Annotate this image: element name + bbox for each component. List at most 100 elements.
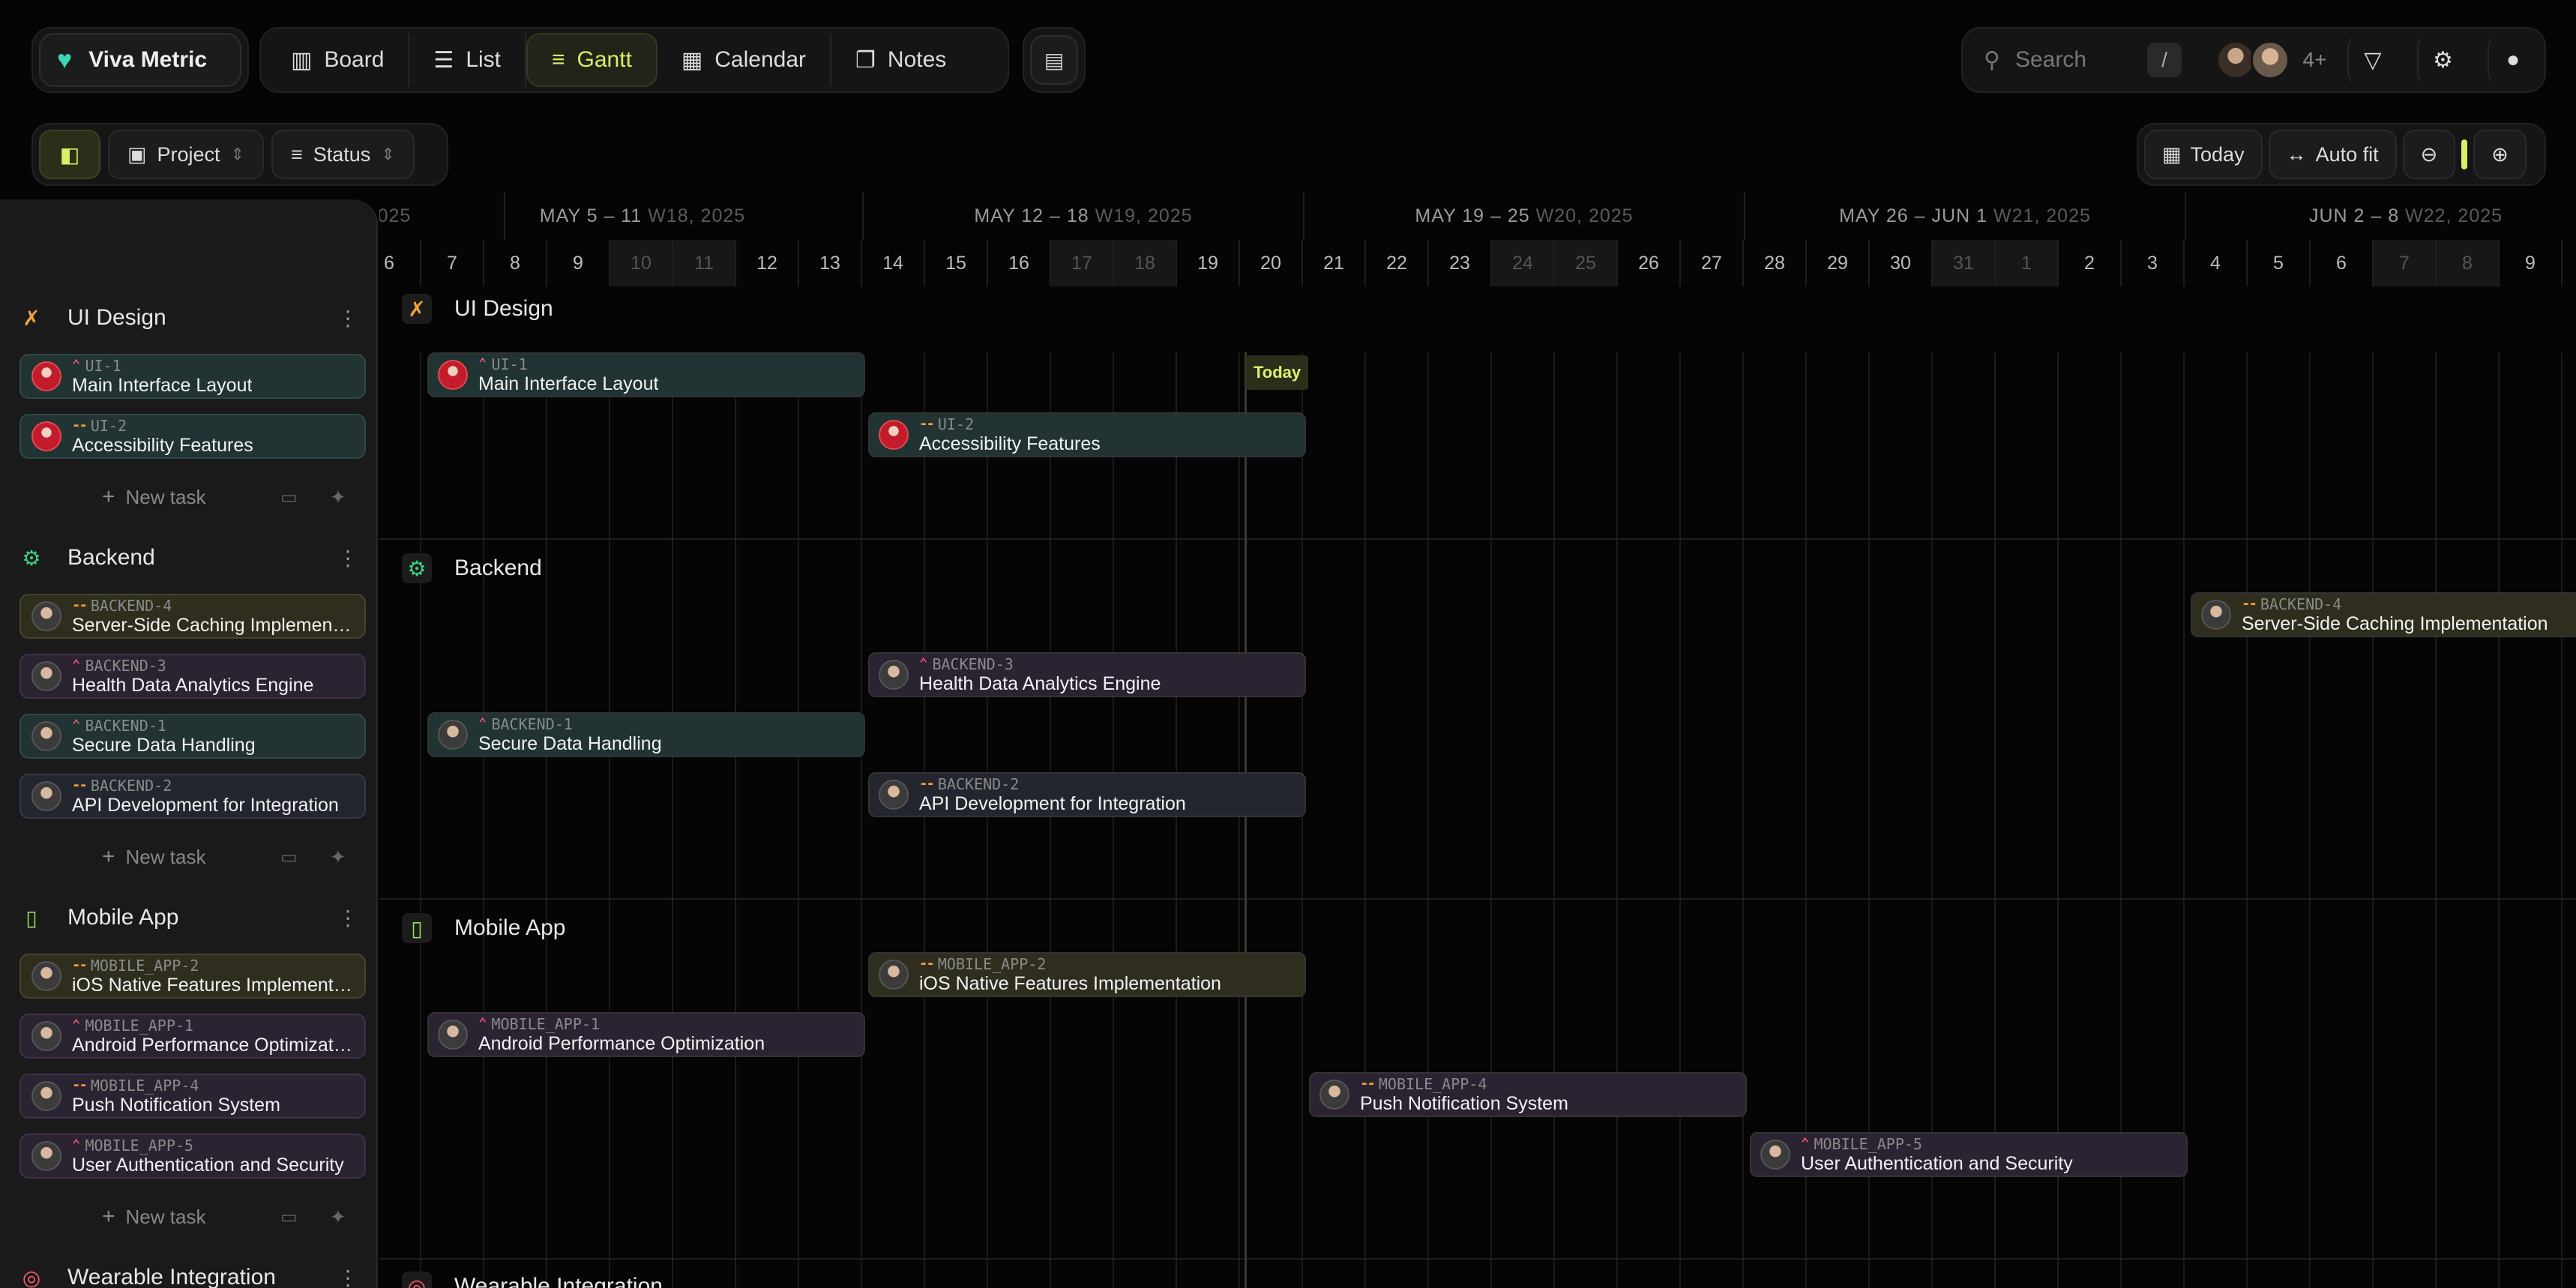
- task-card[interactable]: -- MOBILE_APP-2 iOS Native Features Implem…: [19, 954, 366, 999]
- gantt-bar[interactable]: -- UI-2 Accessibility Features: [868, 412, 1306, 457]
- avatar: [31, 721, 61, 751]
- task-card[interactable]: ⌃ BACKEND-3 Health Data Analytics Engine: [19, 654, 366, 699]
- task-card[interactable]: ⌃ MOBILE_APP-5 User Authentication and Sec…: [19, 1134, 366, 1179]
- updown-icon: ⇕: [381, 145, 395, 163]
- day-gridline: [2435, 352, 2437, 1288]
- tab-gantt[interactable]: ≡ Gantt: [526, 33, 657, 87]
- group-header-ui-design[interactable]: ✗ UI Design ⋮: [21, 295, 358, 340]
- sparkle-icon[interactable]: ✦: [330, 486, 346, 509]
- plus-icon: +: [102, 1204, 115, 1229]
- group-header-mobile-app[interactable]: ▯ Mobile App ⋮: [21, 895, 358, 940]
- more-options-icon[interactable]: ⋮: [337, 1266, 358, 1288]
- day-label: 15: [925, 240, 988, 286]
- tab-board[interactable]: ▥ Board: [267, 33, 410, 87]
- project-filter[interactable]: ▣ Project ⇕: [108, 130, 264, 179]
- day-label: 1: [1996, 240, 2059, 286]
- gantt-bar[interactable]: ⌃ MOBILE_APP-1 Android Performance Optimiz…: [427, 1012, 865, 1057]
- priority-high-icon: ⌃: [919, 655, 928, 672]
- autofit-button[interactable]: ↔ Auto fit: [2268, 130, 2397, 179]
- filter-button[interactable]: ▽: [2347, 35, 2397, 85]
- day-label: 5: [2248, 240, 2311, 286]
- ai-card-icon[interactable]: ▭: [280, 846, 298, 868]
- task-card[interactable]: -- BACKEND-4 Server-Side Caching Implement…: [19, 594, 366, 639]
- user-settings-icon: ⚙: [2433, 47, 2453, 73]
- day-label: 23: [1429, 240, 1492, 286]
- sidebar-toggle-button[interactable]: ◧: [39, 130, 100, 179]
- priority-high-icon: ⌃: [72, 717, 81, 733]
- zoom-in-button[interactable]: ⊕: [2473, 130, 2527, 179]
- gantt-bar[interactable]: ⌃ MOBILE_APP-5 User Authentication and Sec…: [1750, 1132, 2188, 1177]
- zoom-slider[interactable]: [2461, 139, 2468, 169]
- today-button[interactable]: ▦ Today: [2144, 130, 2263, 179]
- day-gridline: [1050, 352, 1051, 1288]
- status-sort[interactable]: ≡ Status ⇕: [271, 130, 415, 179]
- day-gridline: [1176, 352, 1177, 1288]
- gantt-bar[interactable]: ⌃ UI-1 Main Interface Layout: [427, 352, 865, 397]
- priority-high-icon: ⌃: [478, 355, 487, 372]
- day-gridline: [924, 352, 925, 1288]
- day-label: 19: [1177, 240, 1240, 286]
- gantt-bar[interactable]: ⌃ BACKEND-3 Health Data Analytics Engine: [868, 652, 1306, 697]
- more-options-icon[interactable]: ⋮: [337, 546, 358, 571]
- timeline-group-backend: ⚙ Backend: [402, 553, 542, 583]
- day-label: 6: [379, 240, 421, 286]
- gantt-bar[interactable]: -- BACKEND-2 API Development for Integrati…: [868, 772, 1306, 817]
- gantt-bar[interactable]: -- BACKEND-4 Server-Side Caching Implement…: [2191, 592, 2576, 637]
- gantt-icon: ≡: [552, 47, 565, 72]
- member-avatars[interactable]: 4+: [2215, 40, 2326, 79]
- view-switcher: ▥ Board ☰ List ≡ Gantt ▦ Calendar ❐ Notes: [259, 27, 1009, 93]
- day-gridline: [1239, 352, 1240, 1288]
- group-divider: [379, 898, 2576, 900]
- today-label: Today: [1246, 355, 1309, 390]
- new-task-button[interactable]: + New task ▭ ✦: [0, 1198, 378, 1236]
- task-card[interactable]: ⌃ MOBILE_APP-1 Android Performance Optimiz…: [19, 1014, 366, 1059]
- archive-button[interactable]: ▤: [1023, 27, 1086, 93]
- day-label: 8: [484, 240, 547, 286]
- task-card[interactable]: ⌃ BACKEND-1 Secure Data Handling: [19, 714, 366, 759]
- gantt-bar[interactable]: ⌃ BACKEND-1 Secure Data Handling: [427, 712, 865, 757]
- new-task-button[interactable]: + New task ▭ ✦: [0, 838, 378, 876]
- sort-icon: ≡: [291, 142, 303, 166]
- gantt-timeline[interactable]: APR 28 – MAY 4W17, 2025MAY 5 – 11W18, 20…: [379, 192, 2576, 1288]
- day-gridline: [861, 352, 862, 1288]
- tab-calendar[interactable]: ▦ Calendar: [657, 33, 832, 87]
- ai-card-icon[interactable]: ▭: [280, 1206, 298, 1228]
- sparkle-icon[interactable]: ✦: [330, 1206, 346, 1229]
- day-label: 20: [1240, 240, 1303, 286]
- task-card[interactable]: ⌃ UI-1 Main Interface Layout: [19, 354, 366, 399]
- day-label: 27: [1681, 240, 1744, 286]
- tab-list[interactable]: ☰ List: [409, 33, 527, 87]
- ai-card-icon[interactable]: ▭: [280, 487, 298, 508]
- day-header: 6 7 8 9 10 11 12 13 14 15 16 17 18 19 20 21 22 23 24 25 26 27…: [379, 240, 2576, 286]
- zoom-in-icon: ⊕: [2491, 142, 2509, 166]
- more-options-icon[interactable]: ⋮: [337, 906, 358, 930]
- task-card[interactable]: -- BACKEND-2 API Development for Integrati…: [19, 774, 366, 819]
- task-card[interactable]: -- MOBILE_APP-4 Push Notification System: [19, 1074, 366, 1119]
- priority-high-icon: ⌃: [72, 357, 81, 373]
- workspace-switcher[interactable]: ♥ Viva Metric: [31, 27, 249, 93]
- day-label: 11: [673, 240, 736, 286]
- priority-medium-icon: --: [72, 417, 88, 433]
- day-gridline: [546, 352, 547, 1288]
- day-gridline: [1301, 352, 1303, 1288]
- more-options-icon[interactable]: ⋮: [337, 306, 358, 331]
- timeline-group-ui-design: ✗ UI Design: [402, 294, 553, 324]
- avatar: [879, 660, 909, 690]
- group-header-wearable-integration[interactable]: ◎ Wearable Integration ⋮: [21, 1255, 358, 1288]
- zoom-out-button[interactable]: ⊖: [2402, 130, 2456, 179]
- avatar: [879, 960, 909, 990]
- gantt-bar[interactable]: -- MOBILE_APP-2 iOS Native Features Implem…: [868, 952, 1306, 997]
- manage-members-button[interactable]: ⚙: [2417, 35, 2467, 85]
- gantt-bar[interactable]: -- MOBILE_APP-4 Push Notification System: [1309, 1072, 1747, 1117]
- new-task-button[interactable]: + New task ▭ ✦: [0, 478, 378, 516]
- avatar: [438, 1020, 468, 1050]
- profile-button[interactable]: ●: [2488, 35, 2537, 85]
- sparkle-icon[interactable]: ✦: [330, 846, 346, 869]
- tab-notes[interactable]: ❐ Notes: [831, 33, 970, 87]
- group-header-backend[interactable]: ⚙ Backend ⋮: [21, 535, 358, 580]
- task-card[interactable]: -- UI-2 Accessibility Features: [19, 414, 366, 459]
- search-input[interactable]: ⚲ Search /: [1970, 33, 2195, 87]
- notes-icon: ❐: [855, 47, 876, 73]
- day-gridline: [2561, 352, 2563, 1288]
- avatar: [31, 1021, 61, 1051]
